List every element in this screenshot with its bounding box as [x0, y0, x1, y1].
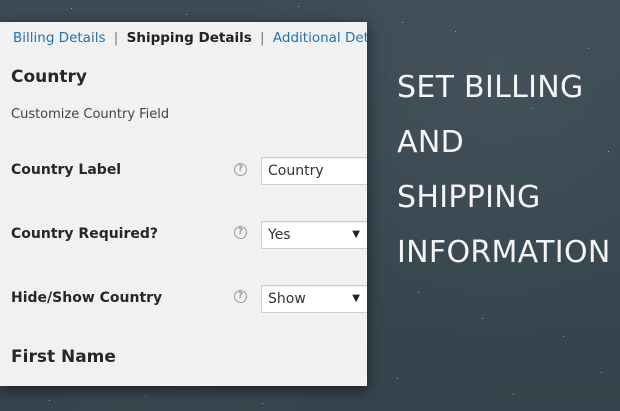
- star: [482, 318, 483, 319]
- promo-headline: SET BILLING AND SHIPPING INFORMATION: [397, 60, 617, 280]
- star: [49, 400, 50, 401]
- star: [455, 31, 456, 32]
- section-title-first-name: First Name: [11, 347, 116, 367]
- settings-panel: Billing Details | Shipping Details | Add…: [0, 22, 367, 386]
- hide-show-country-field-label: Hide/Show Country: [11, 290, 163, 306]
- country-label-input[interactable]: Country: [261, 157, 367, 185]
- headline-line: SHIPPING: [397, 180, 541, 215]
- country-label-field-label: Country Label: [11, 162, 122, 178]
- dropdown-arrow-icon: ▼: [352, 229, 360, 240]
- tab-billing-details[interactable]: Billing Details: [13, 30, 105, 46]
- star: [563, 336, 564, 337]
- tab-additional-details[interactable]: Additional Details: [273, 30, 367, 46]
- help-icon[interactable]: ?: [234, 163, 247, 176]
- country-required-field-label: Country Required?: [11, 226, 159, 242]
- dropdown-arrow-icon: ▼: [352, 293, 360, 304]
- headline-line: AND: [397, 125, 464, 160]
- tab-bar: Billing Details | Shipping Details | Add…: [13, 30, 367, 46]
- star: [418, 292, 419, 293]
- tab-separator: |: [260, 30, 265, 46]
- section-title-country: Country: [11, 67, 87, 87]
- star: [71, 8, 72, 9]
- star: [186, 14, 187, 15]
- star: [298, 6, 299, 7]
- star: [601, 372, 602, 373]
- tab-shipping-details[interactable]: Shipping Details: [127, 30, 252, 46]
- tab-separator: |: [113, 30, 119, 46]
- hide-show-country-select[interactable]: Show ▼: [261, 285, 367, 313]
- hide-show-country-value: Show: [268, 291, 306, 307]
- star: [588, 48, 589, 49]
- star: [145, 396, 146, 397]
- headline-line: SET BILLING: [397, 70, 584, 105]
- star: [262, 403, 263, 404]
- star: [513, 394, 514, 395]
- star: [397, 378, 398, 379]
- help-icon[interactable]: ?: [234, 290, 247, 303]
- section-description: Customize Country Field: [11, 107, 170, 122]
- country-required-value: Yes: [268, 227, 291, 243]
- help-icon[interactable]: ?: [234, 226, 247, 239]
- star: [402, 22, 403, 23]
- headline-line: INFORMATION: [397, 235, 611, 270]
- country-required-select[interactable]: Yes ▼: [261, 221, 367, 249]
